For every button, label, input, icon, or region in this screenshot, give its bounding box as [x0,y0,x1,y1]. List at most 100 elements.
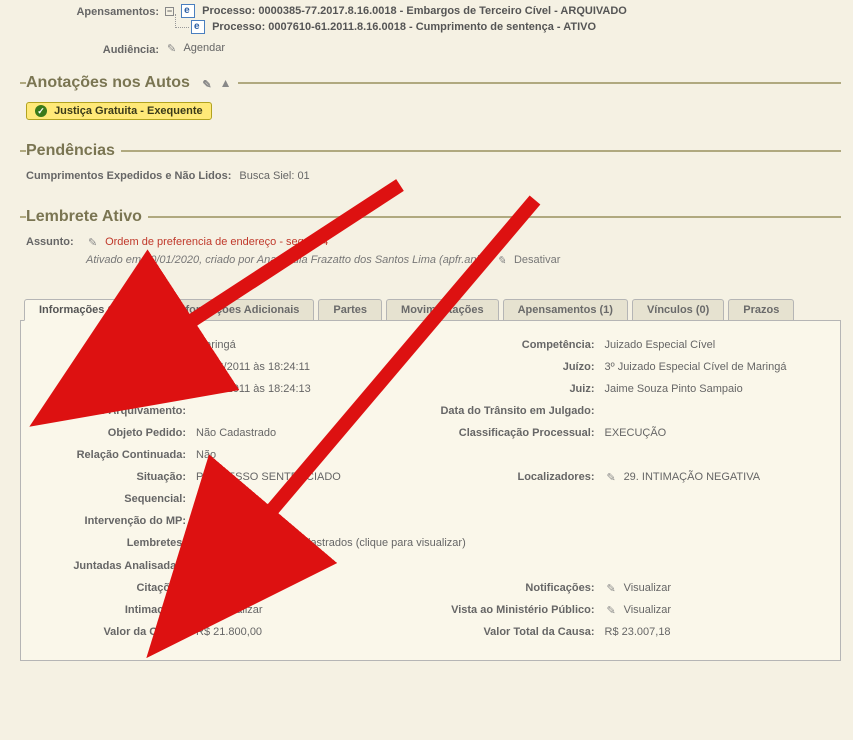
lembrete-meta-row: Ativado em 10/01/2020, criado por Ana Pa… [86,254,835,266]
competencia-label: Competência: [424,339,599,351]
arquivamento-label: Data de Arquivamento: [35,405,190,417]
top-info-rows: Apensamentos: − Processo: 0000385-77.201… [20,4,841,56]
tab-prazos[interactable]: Prazos [728,299,794,321]
lembrete-panel: Lembrete Ativo Assunto: ✎ Ordem de prefe… [20,208,841,270]
process-link-1[interactable]: − Processo: 0000385-77.2017.8.16.0018 - … [165,4,841,18]
tab-apensamentos[interactable]: Apensamentos (1) [503,299,628,321]
process-1-text: Processo: 0000385-77.2017.8.16.0018 - Em… [202,5,627,17]
agendar-link[interactable]: Agendar [183,42,225,54]
tab-panel-informacoes-gerais: Comarca: Maringá Competência: Juizado Es… [20,321,841,660]
badge-text: Justiça Gratuita - Exequente [54,105,203,117]
localizadores-label: Localizadores: [424,471,599,483]
valorcausa-value: R$ 21.800,00 [196,626,418,638]
lembrete-title: Lembrete Ativo [26,208,148,226]
apensamentos-row: Apensamentos: − Processo: 0000385-77.201… [20,4,841,36]
classproc-value: EXECUÇÃO [605,427,827,439]
pencil-icon[interactable]: ✎ [497,254,509,266]
notificacoes-text: Visualizar [624,582,672,594]
autuacao-label: Autuação: [35,361,190,373]
valortotal-value: R$ 23.007,18 [605,626,827,638]
tab-partes[interactable]: Partes [318,299,382,321]
apensamentos-tree: − Processo: 0000385-77.2017.8.16.0018 - … [165,4,841,36]
tab-informacoes-adicionais[interactable]: Informações Adicionais [161,299,315,321]
intimacoes-text: Visualizar [215,604,263,616]
lembrete-meta-text: Ativado em 10/01/2020, criado por Ana Pa… [86,254,483,266]
vistamp-label: Vista ao Ministério Público: [424,604,599,616]
sequencial-value: 2556 [196,493,826,505]
process-2-text: Processo: 0007610-61.2011.8.16.0018 - Cu… [212,21,596,33]
audiencia-row: Audiência: ✎ Agendar [20,42,841,56]
audiencia-label: Audiência: [20,42,165,56]
assunto-link[interactable]: Ordem de preferencia de endereço - seq. … [105,236,328,248]
sequencial-label: Sequencial: [35,493,190,505]
lembretes-value[interactable]: ✎ Há 3 lembretes cadastrados (clique par… [196,537,826,549]
notificacoes-label: Notificações: [424,582,599,594]
tab-vinculos[interactable]: Vínculos (0) [632,299,724,321]
citacoes-value[interactable]: ✎ Visualizar [196,582,418,594]
desativar-link[interactable]: Desativar [514,254,560,266]
pencil-icon[interactable]: ✎ [167,42,179,54]
valortotal-label: Valor Total da Causa: [424,626,599,638]
lembretes-label: Lembretes: [35,537,190,549]
situacao-label: Situação: [35,471,190,483]
process-doc-icon [191,20,205,34]
pencil-icon[interactable]: ✎ [198,560,210,572]
classproc-label: Classificação Processual: [424,427,599,439]
distribuicao-label: Distribuição: [35,383,190,395]
relcont-label: Relação Continuada: [35,449,190,461]
objeto-label: Objeto Pedido: [35,427,190,439]
pencil-icon[interactable]: ✎ [607,604,619,616]
pencil-icon[interactable]: ✎ [198,582,210,594]
juizo-value: 3º Juizado Especial Cível de Maringá [605,361,827,373]
intimacoes-label: Intimações: [35,604,190,616]
assunto-value-wrap: ✎ Ordem de preferencia de endereço - seq… [86,236,328,248]
vistamp-text: Visualizar [624,604,672,616]
anotacoes-legend: Anotações nos Autos ✎ ▲ [26,74,238,92]
relcont-value: Não [196,449,826,461]
tree-collapse-icon[interactable]: − [165,7,174,16]
notificacoes-value[interactable]: ✎ Visualizar [605,582,827,594]
pencil-icon[interactable]: ✎ [198,537,210,549]
pencil-icon[interactable]: ✎ [198,604,210,616]
tree-branch-icon [175,14,189,28]
localizadores-text: 29. INTIMAÇÃO NEGATIVA [624,471,761,483]
localizadores-value[interactable]: ✎ 29. INTIMAÇÃO NEGATIVA [605,471,827,483]
pencil-icon[interactable]: ✎ [202,78,214,90]
juntadas-label: Juntadas Analisadas: [35,560,190,572]
anotacoes-panel: Anotações nos Autos ✎ ▲ ✓ Justiça Gratui… [20,74,841,124]
situacao-value: PROCESSO SENTENCIADO [196,471,418,483]
tab-informacoes-gerais[interactable]: Informações Gerais [24,299,157,321]
transito-label: Data do Trânsito em Julgado: [424,405,599,417]
audiencia-value: ✎ Agendar [165,42,841,54]
pencil-icon[interactable]: ✎ [88,236,100,248]
apensamentos-label: Apensamentos: [20,4,165,18]
juntadas-value[interactable]: ✎ Visualizar [196,559,826,571]
tab-bar: Informações Gerais Informações Adicionai… [20,298,841,321]
pendencias-panel: Pendências Cumprimentos Expedidos e Não … [20,142,841,190]
process-link-2[interactable]: Processo: 0007610-61.2011.8.16.0018 - Cu… [191,20,841,34]
lembrete-assunto-row: Assunto: ✎ Ordem de preferencia de ender… [26,236,835,248]
arrow-up-icon[interactable]: ▲ [220,76,232,90]
justica-gratuita-badge[interactable]: ✓ Justiça Gratuita - Exequente [26,102,212,120]
assunto-label: Assunto: [26,236,86,248]
distribuicao-value: 22/06/2011 às 18:24:13 [196,383,418,395]
valorcausa-label: Valor da Causa: [35,626,190,638]
citacoes-label: Citações: [35,582,190,594]
juntadas-text: Visualizar [215,559,263,571]
competencia-value: Juizado Especial Cível [605,339,827,351]
autuacao-value: 22/06/2011 às 18:24:11 [196,361,418,373]
vistamp-value[interactable]: ✎ Visualizar [605,604,827,616]
pendencia-label: Cumprimentos Expedidos e Não Lidos: [26,170,239,182]
pendencia-value[interactable]: Busca Siel: 01 [239,170,309,182]
tab-movimentacoes[interactable]: Movimentações [386,299,499,321]
objeto-value: Não Cadastrado [196,427,418,439]
pencil-icon[interactable]: ✎ [607,471,619,483]
pendencias-title: Pendências [26,142,121,160]
intervmp-label: Intervenção do MP: [35,515,190,527]
citacoes-text: Visualizar [215,582,263,594]
intimacoes-value[interactable]: ✎ Visualizar [196,604,418,616]
juiz-label: Juiz: [424,383,599,395]
pencil-icon[interactable]: ✎ [607,582,619,594]
lembretes-text: Há 3 lembretes cadastrados (clique para … [215,537,466,549]
juiz-value: Jaime Souza Pinto Sampaio [605,383,827,395]
